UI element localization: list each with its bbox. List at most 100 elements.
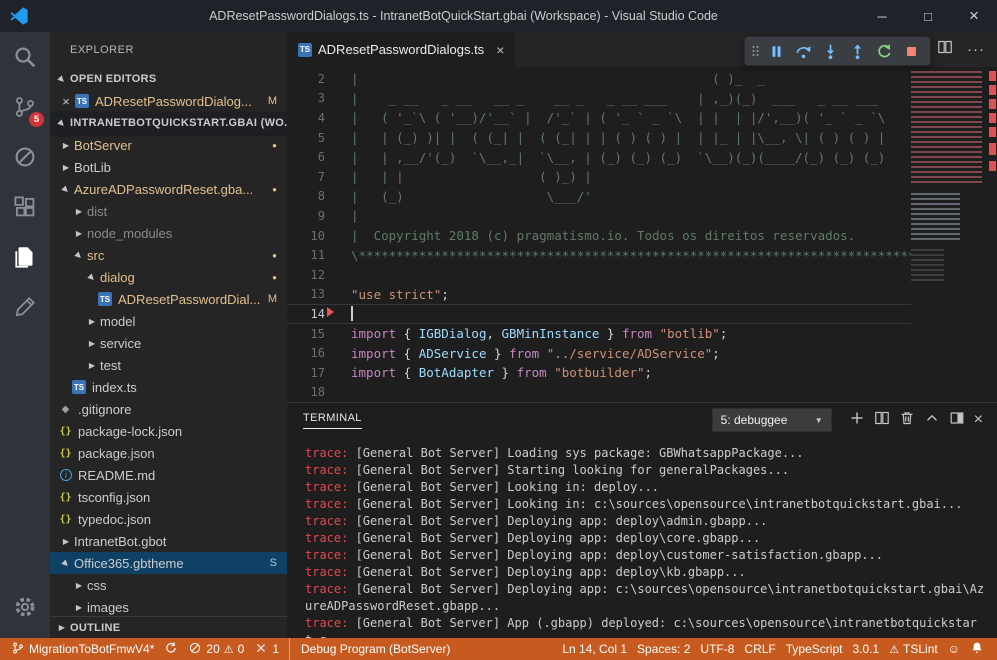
terminal-line: trace: [General Bot Server] Starting loo… [305,462,987,479]
tree-item-dist[interactable]: ▶dist [50,200,287,222]
terminal-selector-dropdown[interactable]: 5: debuggee ▼ [712,408,832,432]
notifications-bell-icon[interactable] [965,641,989,658]
tree-item-botserver[interactable]: ▶BotServer● [50,134,287,156]
open-editor-item[interactable]: × TS ADResetPasswordDialog... M [50,90,287,112]
drag-handle-icon[interactable] [750,43,763,59]
tree-item-tsconfig-json[interactable]: {}tsconfig.json [50,486,287,508]
workspace-header[interactable]: ▶ INTRANETBOTQUICKSTART.GBAI (WO... [50,112,287,134]
error-icon [188,641,202,658]
line-number: 14 [287,307,325,321]
tree-item-botlib[interactable]: ▶BotLib [50,156,287,178]
tree-item-src[interactable]: ▶src● [50,244,287,266]
restart-button[interactable] [871,38,898,64]
code-line-16[interactable]: 16import { ADService } from "../service/… [287,343,997,363]
chevron-down-icon: ▼ [815,416,823,425]
tree-item-package-lock-json[interactable]: {}package-lock.json [50,420,287,442]
code-line-6[interactable]: 6| | ,__/'(_) `\__,_| `\__, | (_) (_) (_… [287,147,997,167]
outline-header[interactable]: ▶ OUTLINE [50,616,287,638]
tab-terminal[interactable]: TERMINAL [303,412,362,429]
code-line-14[interactable]: 14 [287,304,997,324]
code-line-9[interactable]: 9| | [287,206,997,226]
overview-ruler[interactable] [987,67,997,402]
code-line-4[interactable]: 4| ( '_`\ ( '__)/'__` | /'_` | ( '_ ` _ … [287,108,997,128]
code-line-7[interactable]: 7| | | ( )_) | | [287,167,997,187]
close-panel-button[interactable]: × [974,412,983,428]
minimap[interactable] [911,67,987,402]
tree-item-typedoc-json[interactable]: {}typedoc.json [50,508,287,530]
pause-button[interactable] [763,38,790,64]
stop-button[interactable] [898,38,925,64]
debug-target-status[interactable]: Debug Program (BotServer) [289,638,455,660]
language-status[interactable]: TypeScript [781,642,848,656]
terminal-output[interactable]: trace: [General Bot Server] Loading sys … [287,437,997,638]
tab-adresetpassworddialogs[interactable]: TS ADResetPasswordDialogs.ts × [287,32,514,67]
code-line-15[interactable]: 15import { IGBDialog, GBMinInstance } fr… [287,324,997,344]
modified-dot-badge: ● [272,185,277,194]
explorer-title: EXPLORER [50,32,287,68]
tslint-status[interactable]: ⚠ TSLint [884,642,943,656]
gear-icon[interactable] [0,582,50,632]
extensions-icon[interactable] [0,182,50,232]
window-controls: ─ □ × [859,0,997,32]
explorer-icon[interactable] [0,232,50,282]
close-button[interactable]: × [951,0,997,32]
tree-item-gitignore[interactable]: ◆.gitignore [50,398,287,420]
eol-status[interactable]: CRLF [739,642,780,656]
version-status[interactable]: 3.0.1 [847,642,884,656]
code-line-13[interactable]: 13"use strict"; [287,285,997,305]
tree-item-css[interactable]: ▶css [50,574,287,596]
tree-item-adresetpassworddial[interactable]: TSADResetPasswordDial...M [50,288,287,310]
close-icon[interactable]: × [58,94,74,109]
toggle-panel-position-button[interactable] [949,410,965,431]
tree-item-office365-gbtheme[interactable]: ▶Office365.gbthemeS [50,552,287,574]
tree-item-images[interactable]: ▶images [50,596,287,616]
maximize-panel-button[interactable] [924,410,940,431]
sync-status[interactable] [159,638,183,660]
step-over-button[interactable] [790,38,817,64]
tree-item-dialog[interactable]: ▶dialog● [50,266,287,288]
tree-item-model[interactable]: ▶model [50,310,287,332]
tree-item-index-ts[interactable]: TSindex.ts [50,376,287,398]
search-icon[interactable] [0,32,50,82]
code-line-18[interactable]: 18 [287,383,997,403]
code-line-8[interactable]: 8| (_) \___/' | [287,187,997,207]
indentation-status[interactable]: Spaces: 2 [632,642,695,656]
split-terminal-button[interactable] [874,410,890,431]
tree-item-intranetbot-gbot[interactable]: ▶IntranetBot.gbot [50,530,287,552]
code-line-17[interactable]: 17import { BotAdapter } from "botbuilder… [287,363,997,383]
code-line-2[interactable]: 2| ( )_ _ | [287,69,997,89]
code-line-5[interactable]: 5| | (_) )| | ( (_| | ( (_| | | ( ) ( ) … [287,128,997,148]
tree-item-node-modules[interactable]: ▶node_modules [50,222,287,244]
debug-icon[interactable] [0,132,50,182]
code-line-3[interactable]: 3| _ __ _ __ __ _ __ _ _ __ ___ | ,_)(_)… [287,89,997,109]
extra-count-status[interactable]: 1 [249,638,284,660]
tree-item-service[interactable]: ▶service [50,332,287,354]
maximize-button[interactable]: □ [905,0,951,32]
tree-item-azureadpasswordreset-gba[interactable]: ▶AzureADPasswordReset.gba...● [50,178,287,200]
tree-item-readme-md[interactable]: iREADME.md [50,464,287,486]
git-status-badge: S [270,557,277,569]
code-editor[interactable]: 2| ( )_ _ |3| _ __ _ __ __ _ __ _ _ __ _… [287,67,997,402]
encoding-status[interactable]: UTF-8 [695,642,739,656]
code-line-11[interactable]: 11\*************************************… [287,245,997,265]
code-line-10[interactable]: 10| Copyright 2018 (c) pragmatismo.io. T… [287,226,997,246]
tree-item-test[interactable]: ▶test [50,354,287,376]
feedback-smiley-icon[interactable]: ☺ [943,642,965,656]
problems-status[interactable]: 20 ⚠ 0 [183,638,249,660]
close-icon[interactable]: × [496,42,504,58]
source-control-icon[interactable]: 5 [0,82,50,132]
open-editors-header[interactable]: ▶ OPEN EDITORS [50,68,287,90]
chevron-icon: ▶ [53,70,71,88]
code-line-12[interactable]: 12 [287,265,997,285]
step-out-button[interactable] [844,38,871,64]
kill-terminal-button[interactable] [899,410,915,431]
split-editor-icon[interactable] [937,39,953,60]
git-branch-status[interactable]: MigrationToBotFmwV4* [6,638,159,660]
minimize-button[interactable]: ─ [859,0,905,32]
edit-icon[interactable] [0,282,50,332]
tree-item-package-json[interactable]: {}package.json [50,442,287,464]
more-actions-icon[interactable]: ··· [967,41,985,58]
step-into-button[interactable] [817,38,844,64]
new-terminal-button[interactable] [849,410,865,431]
cursor-position-status[interactable]: Ln 14, Col 1 [557,642,632,656]
